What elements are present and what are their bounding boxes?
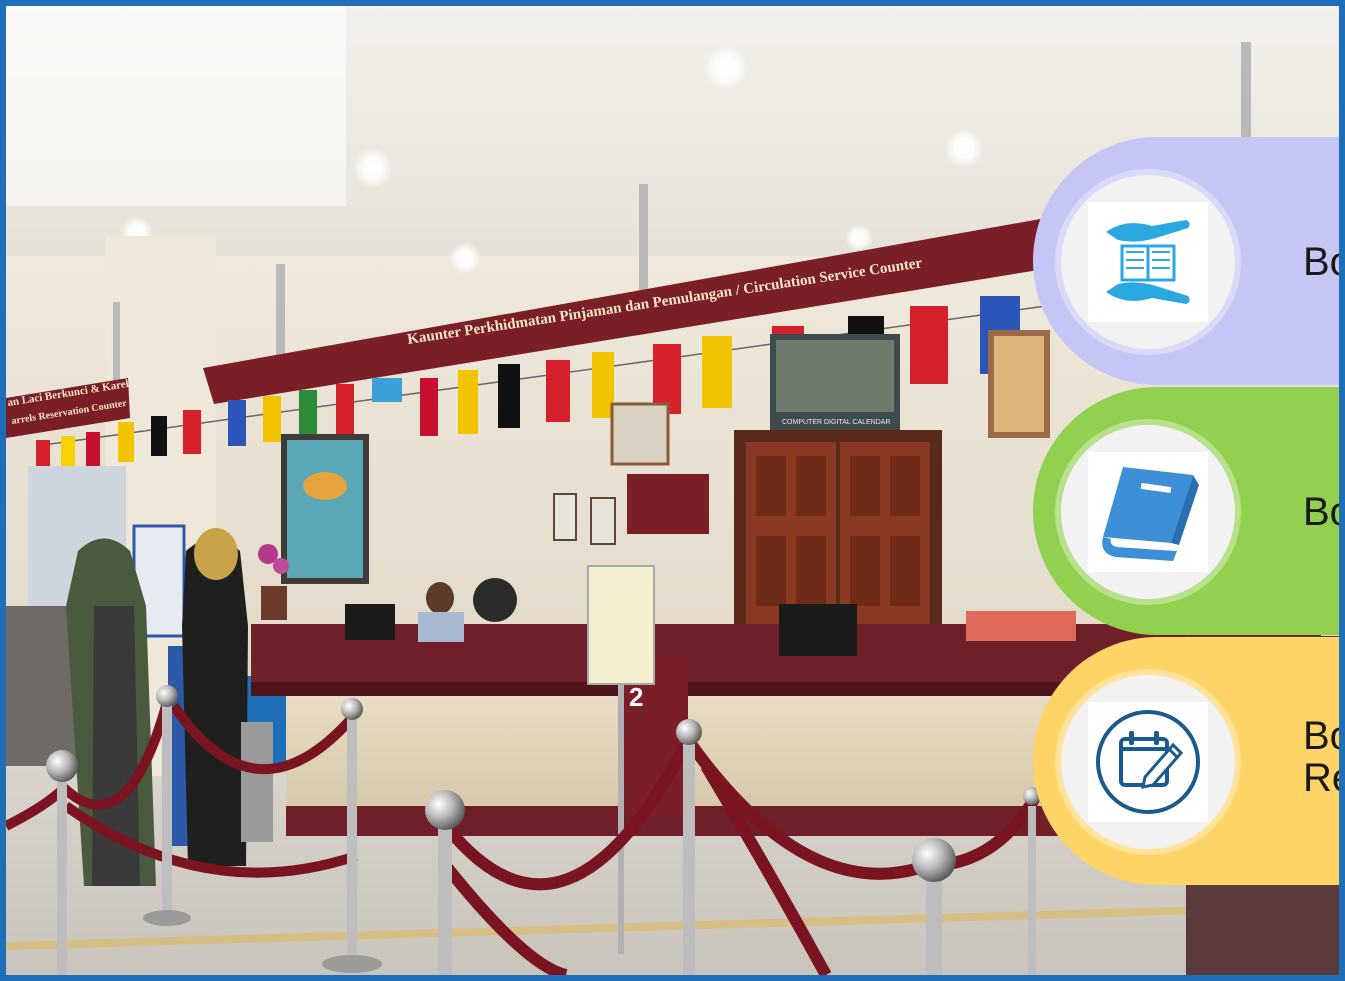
- calendar-label: COMPUTER DIGITAL CALENDAR: [782, 419, 891, 426]
- card-2-icon-circle: [1061, 425, 1235, 599]
- hands-book-icon: [1106, 220, 1190, 304]
- service-card-1[interactable]: Bo: [1033, 137, 1339, 385]
- screen-frame: Kaunter Perkhidmatan Pinjaman dan Pemula…: [6, 6, 1339, 975]
- card-1-label: Bo: [1303, 240, 1339, 284]
- card-3-icon-circle: [1061, 675, 1235, 849]
- card-3-label: Bo Re: [1303, 715, 1339, 799]
- book-icon: [1102, 467, 1199, 561]
- card-1-icon-circle: [1061, 175, 1235, 349]
- counter-number: 2: [629, 682, 643, 712]
- calendar-edit-icon: [1096, 710, 1200, 814]
- service-card-2[interactable]: Bo: [1033, 387, 1339, 635]
- card-3-label-line2: Re: [1303, 756, 1339, 800]
- card-3-label-line1: Bo: [1303, 714, 1339, 758]
- service-card-3[interactable]: Bo Re: [1033, 637, 1339, 885]
- card-2-label: Bo: [1303, 490, 1339, 534]
